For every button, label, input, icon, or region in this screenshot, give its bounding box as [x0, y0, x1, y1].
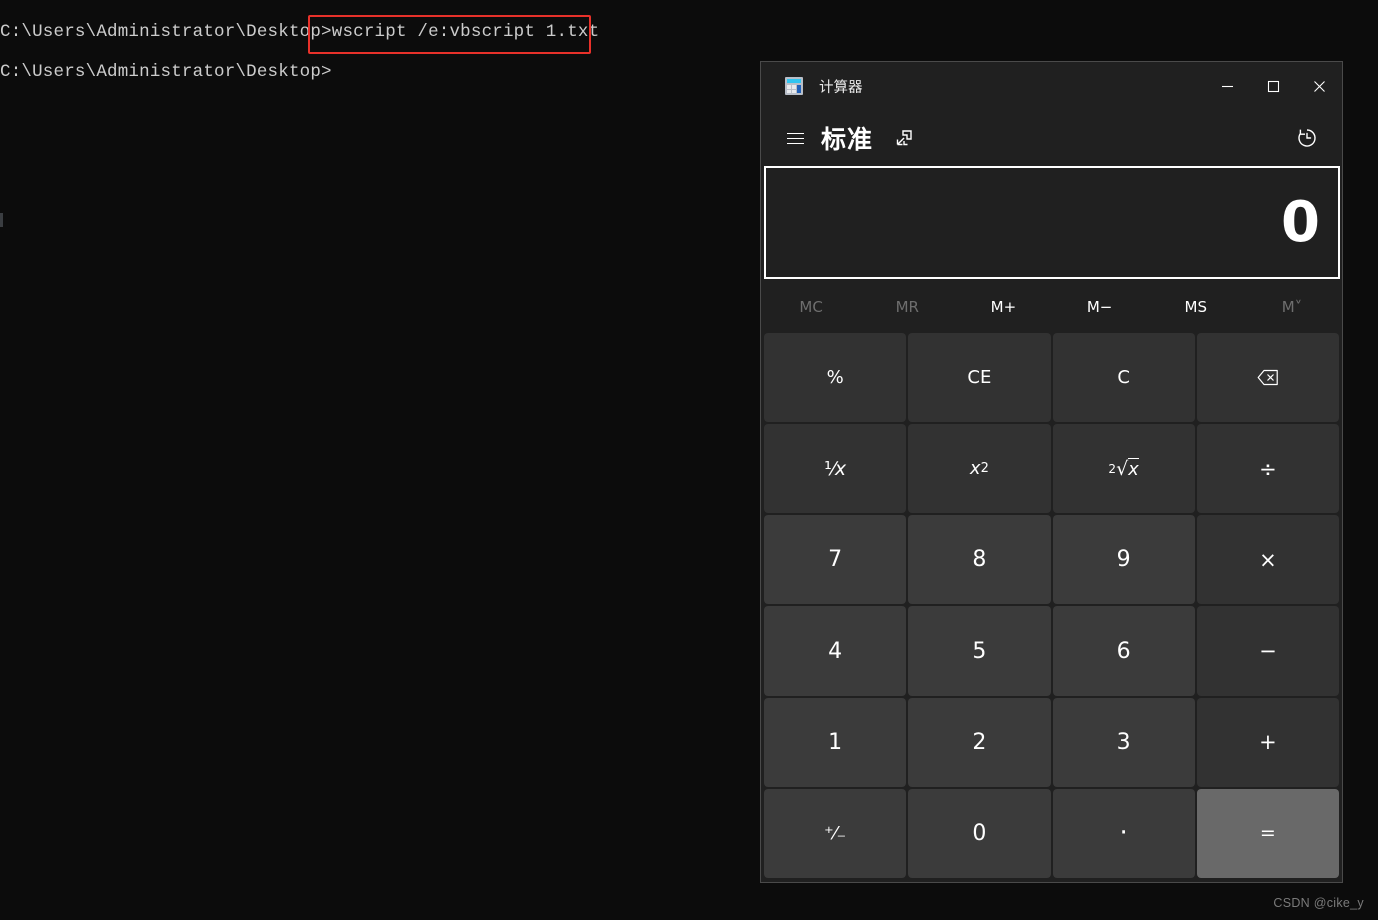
key-multiply[interactable]: × [1196, 515, 1339, 605]
display-value: 0 [1281, 189, 1320, 255]
calculator-window[interactable]: 计算器 标准 0 MC MR M+ M− MS M˅ % CE C ¹⁄x x … [760, 61, 1343, 883]
maximize-button[interactable] [1250, 62, 1296, 110]
window-title: 计算器 [819, 79, 863, 96]
key-six[interactable]: 6 [1052, 606, 1195, 696]
key-clear-entry[interactable]: CE [908, 333, 1051, 423]
command-highlight-annotation [308, 15, 591, 54]
terminal-scrollbar[interactable] [0, 0, 3, 920]
key-square-root[interactable]: 2 √ x [1052, 424, 1195, 514]
key-seven[interactable]: 7 [764, 515, 907, 605]
window-controls [1204, 62, 1342, 110]
minimize-button[interactable] [1204, 62, 1250, 110]
memory-button-row: MC MR M+ M− MS M˅ [761, 283, 1342, 331]
key-percent[interactable]: % [764, 333, 907, 423]
key-add[interactable]: + [1196, 697, 1339, 787]
key-eight[interactable]: 8 [908, 515, 1051, 605]
key-backspace[interactable] [1196, 333, 1339, 423]
calculator-mode-bar: 标准 [761, 110, 1342, 166]
memory-button-mc: MC [763, 287, 859, 327]
key-reciprocal[interactable]: ¹⁄x [764, 424, 907, 514]
key-divide[interactable]: ÷ [1196, 424, 1339, 514]
key-zero[interactable]: 0 [908, 788, 1051, 878]
key-one[interactable]: 1 [764, 697, 907, 787]
calculator-keypad: % CE C ¹⁄x x 2 2 √ x ÷ 7 8 9 × 4 5 6− 1 2 3 + ⁺⁄₋ 0 · = [761, 331, 1342, 882]
calculator-mode-label: 标准 [821, 125, 874, 154]
terminal-line-2: C:\Users\Administrator\Desktop> [0, 62, 332, 82]
hamburger-menu-icon[interactable] [773, 116, 817, 160]
key-decimal[interactable]: · [1052, 788, 1195, 878]
watermark-text: CSDN @cike_y [1273, 896, 1364, 910]
calculator-icon [785, 77, 803, 95]
terminal-scrollbar-thumb[interactable] [0, 213, 3, 227]
memory-button-mr: MR [859, 287, 955, 327]
calculator-display-area: 0 [761, 166, 1342, 283]
memory-button-ms[interactable]: MS [1148, 287, 1244, 327]
key-square[interactable]: x2 [908, 424, 1051, 514]
key-two[interactable]: 2 [908, 697, 1051, 787]
key-subtract[interactable]: − [1196, 606, 1339, 696]
memory-button-m: M˅ [1244, 287, 1340, 327]
key-nine[interactable]: 9 [1052, 515, 1195, 605]
keep-on-top-icon[interactable] [887, 121, 921, 155]
key-five[interactable]: 5 [908, 606, 1051, 696]
key-negate[interactable]: ⁺⁄₋ [764, 788, 907, 878]
key-clear[interactable]: C [1052, 333, 1195, 423]
memory-button-m[interactable]: M− [1052, 287, 1148, 327]
key-equals[interactable]: = [1196, 788, 1339, 878]
close-button[interactable] [1296, 62, 1342, 110]
calculator-title-bar[interactable]: 计算器 [761, 62, 1342, 110]
memory-button-m+[interactable]: M+ [955, 287, 1051, 327]
calculator-display[interactable]: 0 [764, 166, 1340, 279]
history-clock-icon[interactable] [1288, 119, 1326, 157]
key-three[interactable]: 3 [1052, 697, 1195, 787]
key-four[interactable]: 4 [764, 606, 907, 696]
